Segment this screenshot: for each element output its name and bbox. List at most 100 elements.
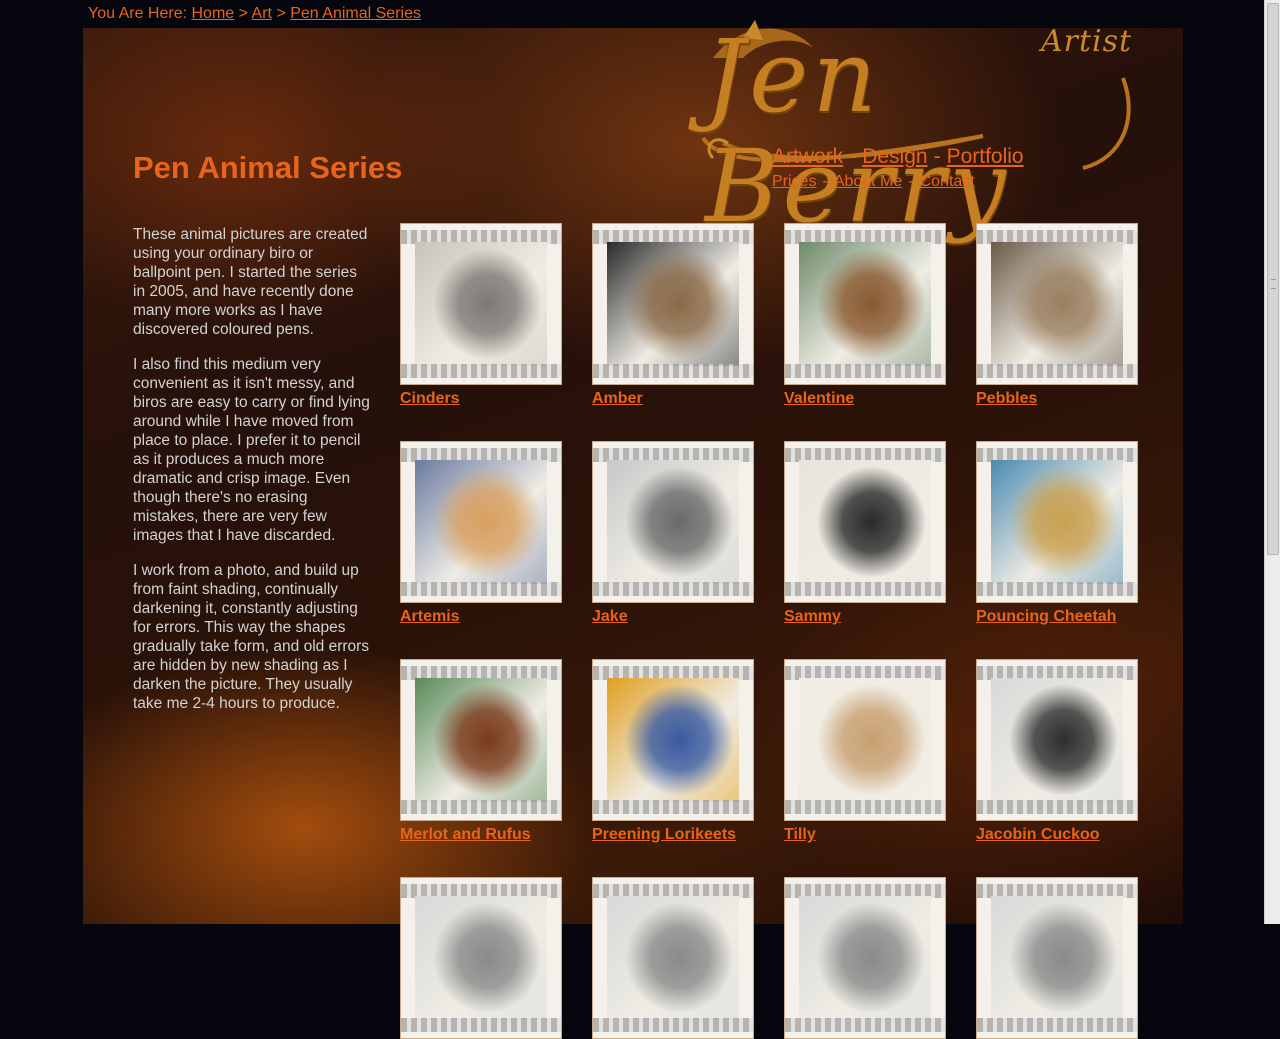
- border-pattern: [977, 800, 1137, 814]
- border-pattern: [593, 364, 753, 378]
- border-pattern: [785, 1018, 945, 1032]
- artwork-thumbnail[interactable]: [592, 441, 754, 603]
- artwork-thumbnail[interactable]: [400, 877, 562, 1039]
- artwork-thumbnail[interactable]: [592, 223, 754, 385]
- breadcrumb-separator: >: [238, 5, 248, 22]
- nav-contact-link[interactable]: Contact: [920, 173, 975, 190]
- nav-separator: -: [849, 145, 857, 168]
- border-pattern: [977, 1018, 1137, 1032]
- artwork-image: [991, 896, 1123, 1020]
- artwork-title-link[interactable]: Pouncing Cheetah: [976, 608, 1146, 626]
- nav-design-link[interactable]: Design: [862, 145, 927, 168]
- artwork-thumbnail[interactable]: [400, 441, 562, 603]
- gallery-item: Merlot and Rufus: [400, 659, 570, 844]
- artwork-image: [991, 678, 1123, 802]
- gallery-item: Cinders: [400, 223, 570, 408]
- artwork-image: [799, 242, 931, 366]
- gallery-item: [400, 877, 570, 1039]
- gallery-item: Jacobin Cuckoo: [976, 659, 1146, 844]
- border-pattern: [401, 364, 561, 378]
- artwork-thumbnail[interactable]: [976, 659, 1138, 821]
- artwork-thumbnail[interactable]: [976, 877, 1138, 1039]
- artwork-image: [415, 242, 547, 366]
- artwork-image: [991, 242, 1123, 366]
- nav-prices-link[interactable]: Prices: [772, 173, 816, 190]
- artwork-title-link[interactable]: Tilly: [784, 826, 954, 844]
- breadcrumb-home-link[interactable]: Home: [191, 5, 234, 22]
- artwork-image: [607, 896, 739, 1020]
- artwork-title-link[interactable]: Valentine: [784, 390, 954, 408]
- breadcrumb-art-link[interactable]: Art: [252, 5, 272, 22]
- artwork-thumbnail[interactable]: [784, 659, 946, 821]
- artwork-image: [415, 460, 547, 584]
- artwork-title-link[interactable]: Jake: [592, 608, 762, 626]
- nav-separator: -: [822, 173, 828, 190]
- artwork-title-link[interactable]: Sammy: [784, 608, 954, 626]
- artwork-image: [415, 678, 547, 802]
- gallery-item: Tilly: [784, 659, 954, 844]
- nav-artwork-link[interactable]: Artwork: [772, 145, 843, 168]
- nav-about-link[interactable]: About Me: [834, 173, 902, 190]
- artwork-thumbnail[interactable]: [976, 441, 1138, 603]
- artwork-image: [415, 896, 547, 1020]
- artwork-thumbnail[interactable]: [976, 223, 1138, 385]
- gallery-item: [976, 877, 1146, 1039]
- border-pattern: [785, 582, 945, 596]
- artwork-title-link[interactable]: Preening Lorikeets: [592, 826, 762, 844]
- artwork-image: [799, 896, 931, 1020]
- nav-separator: -: [908, 173, 914, 190]
- breadcrumb-current-link[interactable]: Pen Animal Series: [290, 5, 421, 22]
- intro-text: These animal pictures are created using …: [133, 225, 373, 729]
- artwork-thumbnail[interactable]: [592, 659, 754, 821]
- gallery-item: Jake: [592, 441, 762, 626]
- logo-tagline: Artist: [1041, 24, 1133, 59]
- border-pattern: [401, 1018, 561, 1032]
- breadcrumb-separator: >: [276, 5, 286, 22]
- gallery-item: Preening Lorikeets: [592, 659, 762, 844]
- artwork-title-link[interactable]: Jacobin Cuckoo: [976, 826, 1146, 844]
- gallery-item: Amber: [592, 223, 762, 408]
- border-pattern: [401, 582, 561, 596]
- artwork-thumbnail[interactable]: [784, 441, 946, 603]
- artwork-image: [799, 678, 931, 802]
- breadcrumb-prefix: You Are Here:: [88, 5, 188, 22]
- vertical-scrollbar[interactable]: [1264, 0, 1280, 924]
- artwork-title-link[interactable]: Pebbles: [976, 390, 1146, 408]
- artwork-thumbnail[interactable]: [784, 223, 946, 385]
- artwork-thumbnail[interactable]: [400, 659, 562, 821]
- scroll-grip-icon: [1271, 279, 1276, 289]
- artwork-image: [991, 460, 1123, 584]
- gallery-item: Pebbles: [976, 223, 1146, 408]
- artwork-image: [799, 460, 931, 584]
- border-pattern: [785, 800, 945, 814]
- breadcrumb: You Are Here: Home > Art > Pen Animal Se…: [88, 5, 421, 23]
- intro-paragraph: I also find this medium very convenient …: [133, 356, 370, 544]
- border-pattern: [593, 582, 753, 596]
- scrollbar-thumb[interactable]: [1267, 3, 1279, 555]
- border-pattern: [593, 1018, 753, 1032]
- artwork-thumbnail[interactable]: [400, 223, 562, 385]
- intro-paragraph: These animal pictures are created using …: [133, 226, 368, 338]
- artwork-title-link[interactable]: Amber: [592, 390, 762, 408]
- gallery-item: Sammy: [784, 441, 954, 626]
- nav-separator: -: [933, 145, 941, 168]
- artwork-title-link[interactable]: Merlot and Rufus: [400, 826, 570, 844]
- artwork-title-link[interactable]: Cinders: [400, 390, 570, 408]
- intro-paragraph: I work from a photo, and build up from f…: [133, 562, 370, 712]
- border-pattern: [401, 800, 561, 814]
- nav-portfolio-link[interactable]: Portfolio: [947, 145, 1024, 168]
- artwork-title-link[interactable]: Artemis: [400, 608, 570, 626]
- gallery-item: Valentine: [784, 223, 954, 408]
- artwork-image: [607, 678, 739, 802]
- border-pattern: [977, 364, 1137, 378]
- gallery-item: [784, 877, 954, 1039]
- border-pattern: [785, 364, 945, 378]
- gallery-item: Artemis: [400, 441, 570, 626]
- artwork-image: [607, 242, 739, 366]
- gallery-item: Pouncing Cheetah: [976, 441, 1146, 626]
- artwork-image: [607, 460, 739, 584]
- border-pattern: [593, 800, 753, 814]
- border-pattern: [977, 582, 1137, 596]
- artwork-thumbnail[interactable]: [784, 877, 946, 1039]
- artwork-thumbnail[interactable]: [592, 877, 754, 1039]
